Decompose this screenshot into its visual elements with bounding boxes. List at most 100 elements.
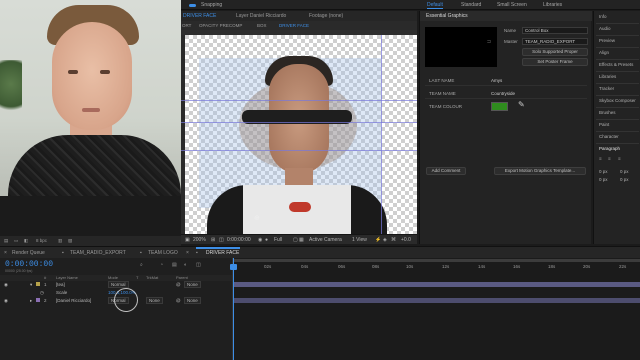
expand-arrow-icon[interactable]: ▸ (30, 298, 32, 304)
layer-duration-bar[interactable] (233, 298, 640, 303)
camera-select[interactable]: Active Camera (309, 237, 342, 243)
indent-right-value[interactable]: 0 px (620, 169, 629, 174)
align-left-icon[interactable]: ≡ (599, 156, 602, 161)
composition-viewer[interactable]: ⊕ (181, 30, 417, 234)
interpret-footage-icon[interactable]: ▤ (4, 238, 8, 244)
tab-footage[interactable]: Footage (none) (309, 13, 343, 19)
always-preview-icon[interactable]: ▣ (185, 237, 190, 243)
panel-paint[interactable]: Paint (599, 122, 609, 127)
export-template-button[interactable]: Export Motion Graphics Template... (494, 167, 586, 175)
render-icon[interactable]: ▧ (68, 238, 72, 244)
new-folder-icon[interactable]: ▭ (14, 238, 18, 244)
stopwatch-icon[interactable]: ◷ (40, 290, 44, 296)
parent-pick-whip-icon[interactable]: @ (176, 298, 181, 303)
current-timecode[interactable]: 0:00:00:00 (5, 260, 53, 269)
panel-effects-presets[interactable]: Effects & Presets (599, 62, 633, 67)
layer-row[interactable]: ◉ ▾ 1 [tea] Normal @ None (0, 281, 232, 288)
set-poster-frame-button[interactable]: Set Poster Frame (522, 58, 588, 66)
label-color[interactable] (36, 298, 40, 302)
last-name-value[interactable]: Amys (491, 78, 502, 83)
parent-pick-whip-icon[interactable]: @ (176, 282, 181, 287)
fast-preview-icon[interactable]: ⚡ (375, 237, 381, 243)
time-ruler[interactable]: 0f 02s 04s 06s 08s 10s 12s 14s 16s 18s 2… (233, 264, 640, 271)
tab-composition[interactable]: DRIVER FACE (183, 13, 216, 19)
workspace-standard[interactable]: Standard (461, 2, 481, 8)
layer-name[interactable]: [Daniel Ricciardo] (56, 298, 91, 303)
color-channel-icon[interactable]: ● (265, 237, 268, 243)
anchor-point-icon[interactable]: ⊕ (254, 214, 260, 222)
panel-brushes[interactable]: Brushes (599, 110, 616, 115)
panel-info[interactable]: Info (599, 14, 607, 19)
search-icon[interactable]: ⌕ (140, 262, 143, 268)
eye-icon[interactable]: ◉ (4, 282, 8, 288)
panel-libraries[interactable]: Libraries (599, 74, 616, 79)
snapshot-icon[interactable]: ◉ (258, 237, 262, 243)
layer-name[interactable]: [tea] (56, 282, 65, 287)
tab-team-logo[interactable]: TEAM LOGO (148, 250, 178, 256)
new-comp-icon[interactable]: ◧ (24, 238, 28, 244)
views-select[interactable]: 1 View (352, 237, 367, 243)
zoom-select[interactable]: 200% (193, 237, 206, 243)
breadcrumb-item[interactable]: OPACITY PRECOMP (199, 23, 242, 28)
solo-supported-properties-button[interactable]: Solo Supported Proper (522, 48, 588, 56)
parent-select[interactable]: None (184, 281, 201, 288)
panel-skybox-composer[interactable]: Skybox Composer (599, 98, 636, 103)
parent-select[interactable]: None (184, 297, 201, 304)
panel-paragraph[interactable]: Paragraph (599, 146, 620, 151)
mode-select[interactable]: Normal (108, 281, 129, 288)
column-layer-name[interactable]: Layer Name (56, 275, 78, 280)
space-after-value[interactable]: 0 px (620, 177, 629, 182)
work-area-bar[interactable] (233, 259, 640, 262)
tab-team-radio-export[interactable]: TEAM_RADIO_EXPORT (70, 250, 126, 256)
team-name-value[interactable]: Countryside (491, 91, 515, 96)
transparency-grid-icon[interactable]: ▦ (299, 237, 304, 243)
playhead-handle[interactable] (230, 264, 237, 270)
layer-duration-bar[interactable] (233, 282, 640, 287)
region-of-interest-icon[interactable]: ▢ (293, 237, 298, 243)
trash-icon[interactable]: ▥ (58, 238, 62, 244)
team-colour-swatch[interactable] (491, 102, 508, 111)
shy-layers-icon[interactable]: ◔ (160, 262, 163, 268)
breadcrumb-item-current[interactable]: DRIVER FACE (279, 23, 309, 28)
workspace-small-screen[interactable]: Small Screen (497, 2, 527, 8)
exposure-value[interactable]: +0.0 (401, 237, 411, 243)
workspace-default[interactable]: Default (427, 2, 443, 9)
mask-visibility-icon[interactable]: ◫ (219, 237, 224, 243)
label-color[interactable] (36, 282, 40, 286)
panel-preview[interactable]: Preview (599, 38, 615, 43)
tab-layer[interactable]: Layer Daniel Ricciardo (236, 13, 286, 19)
tab-render-queue[interactable]: Render Queue (12, 250, 45, 256)
graph-editor-icon[interactable]: ◫ (196, 262, 201, 268)
playhead[interactable] (230, 258, 237, 360)
trkmat-select[interactable]: None (146, 297, 163, 304)
add-comment-button[interactable]: Add Comment (426, 167, 466, 175)
space-before-value[interactable]: 0 px (599, 177, 608, 182)
viewer-timecode[interactable]: 0:00:00:00 (227, 237, 251, 243)
align-right-icon[interactable]: ≡ (618, 156, 621, 161)
panel-tracker[interactable]: Tracker (599, 86, 614, 91)
expand-arrow-icon[interactable]: ▾ (30, 282, 32, 288)
tab-driver-face[interactable]: DRIVER FACE (206, 250, 239, 256)
bit-depth[interactable]: 8 bpc (36, 238, 47, 243)
frame-blending-icon[interactable]: ▤ (172, 262, 177, 268)
workspace-libraries[interactable]: Libraries (543, 2, 562, 8)
name-field[interactable]: Control Box (522, 27, 588, 34)
timeline-track-area[interactable]: 0f 02s 04s 06s 08s 10s 12s 14s 16s 18s 2… (230, 258, 640, 360)
panel-align[interactable]: Align (599, 50, 609, 55)
eyedropper-icon[interactable]: ✎ (518, 100, 525, 109)
indent-left-value[interactable]: 0 px (599, 169, 608, 174)
resolution-select[interactable]: Full (274, 237, 282, 243)
breadcrumb-item[interactable]: ORT (182, 23, 191, 28)
panel-audio[interactable]: Audio (599, 26, 611, 31)
master-select[interactable]: TEAM_RADIO_EXPORT (522, 38, 588, 45)
flowchart-icon[interactable]: ⌘ (391, 237, 396, 243)
panel-character[interactable]: Character (599, 134, 619, 139)
grid-icon[interactable]: ⊞ (211, 237, 215, 243)
close-icon[interactable]: × (186, 250, 189, 256)
snapping-toggle[interactable] (189, 4, 196, 7)
breadcrumb-item[interactable]: BOX (257, 23, 267, 28)
guide-line[interactable] (381, 35, 382, 234)
close-icon[interactable]: × (4, 250, 7, 256)
3d-draft-icon[interactable]: ◈ (383, 237, 387, 243)
motion-blur-icon[interactable]: ◐ (184, 262, 187, 268)
